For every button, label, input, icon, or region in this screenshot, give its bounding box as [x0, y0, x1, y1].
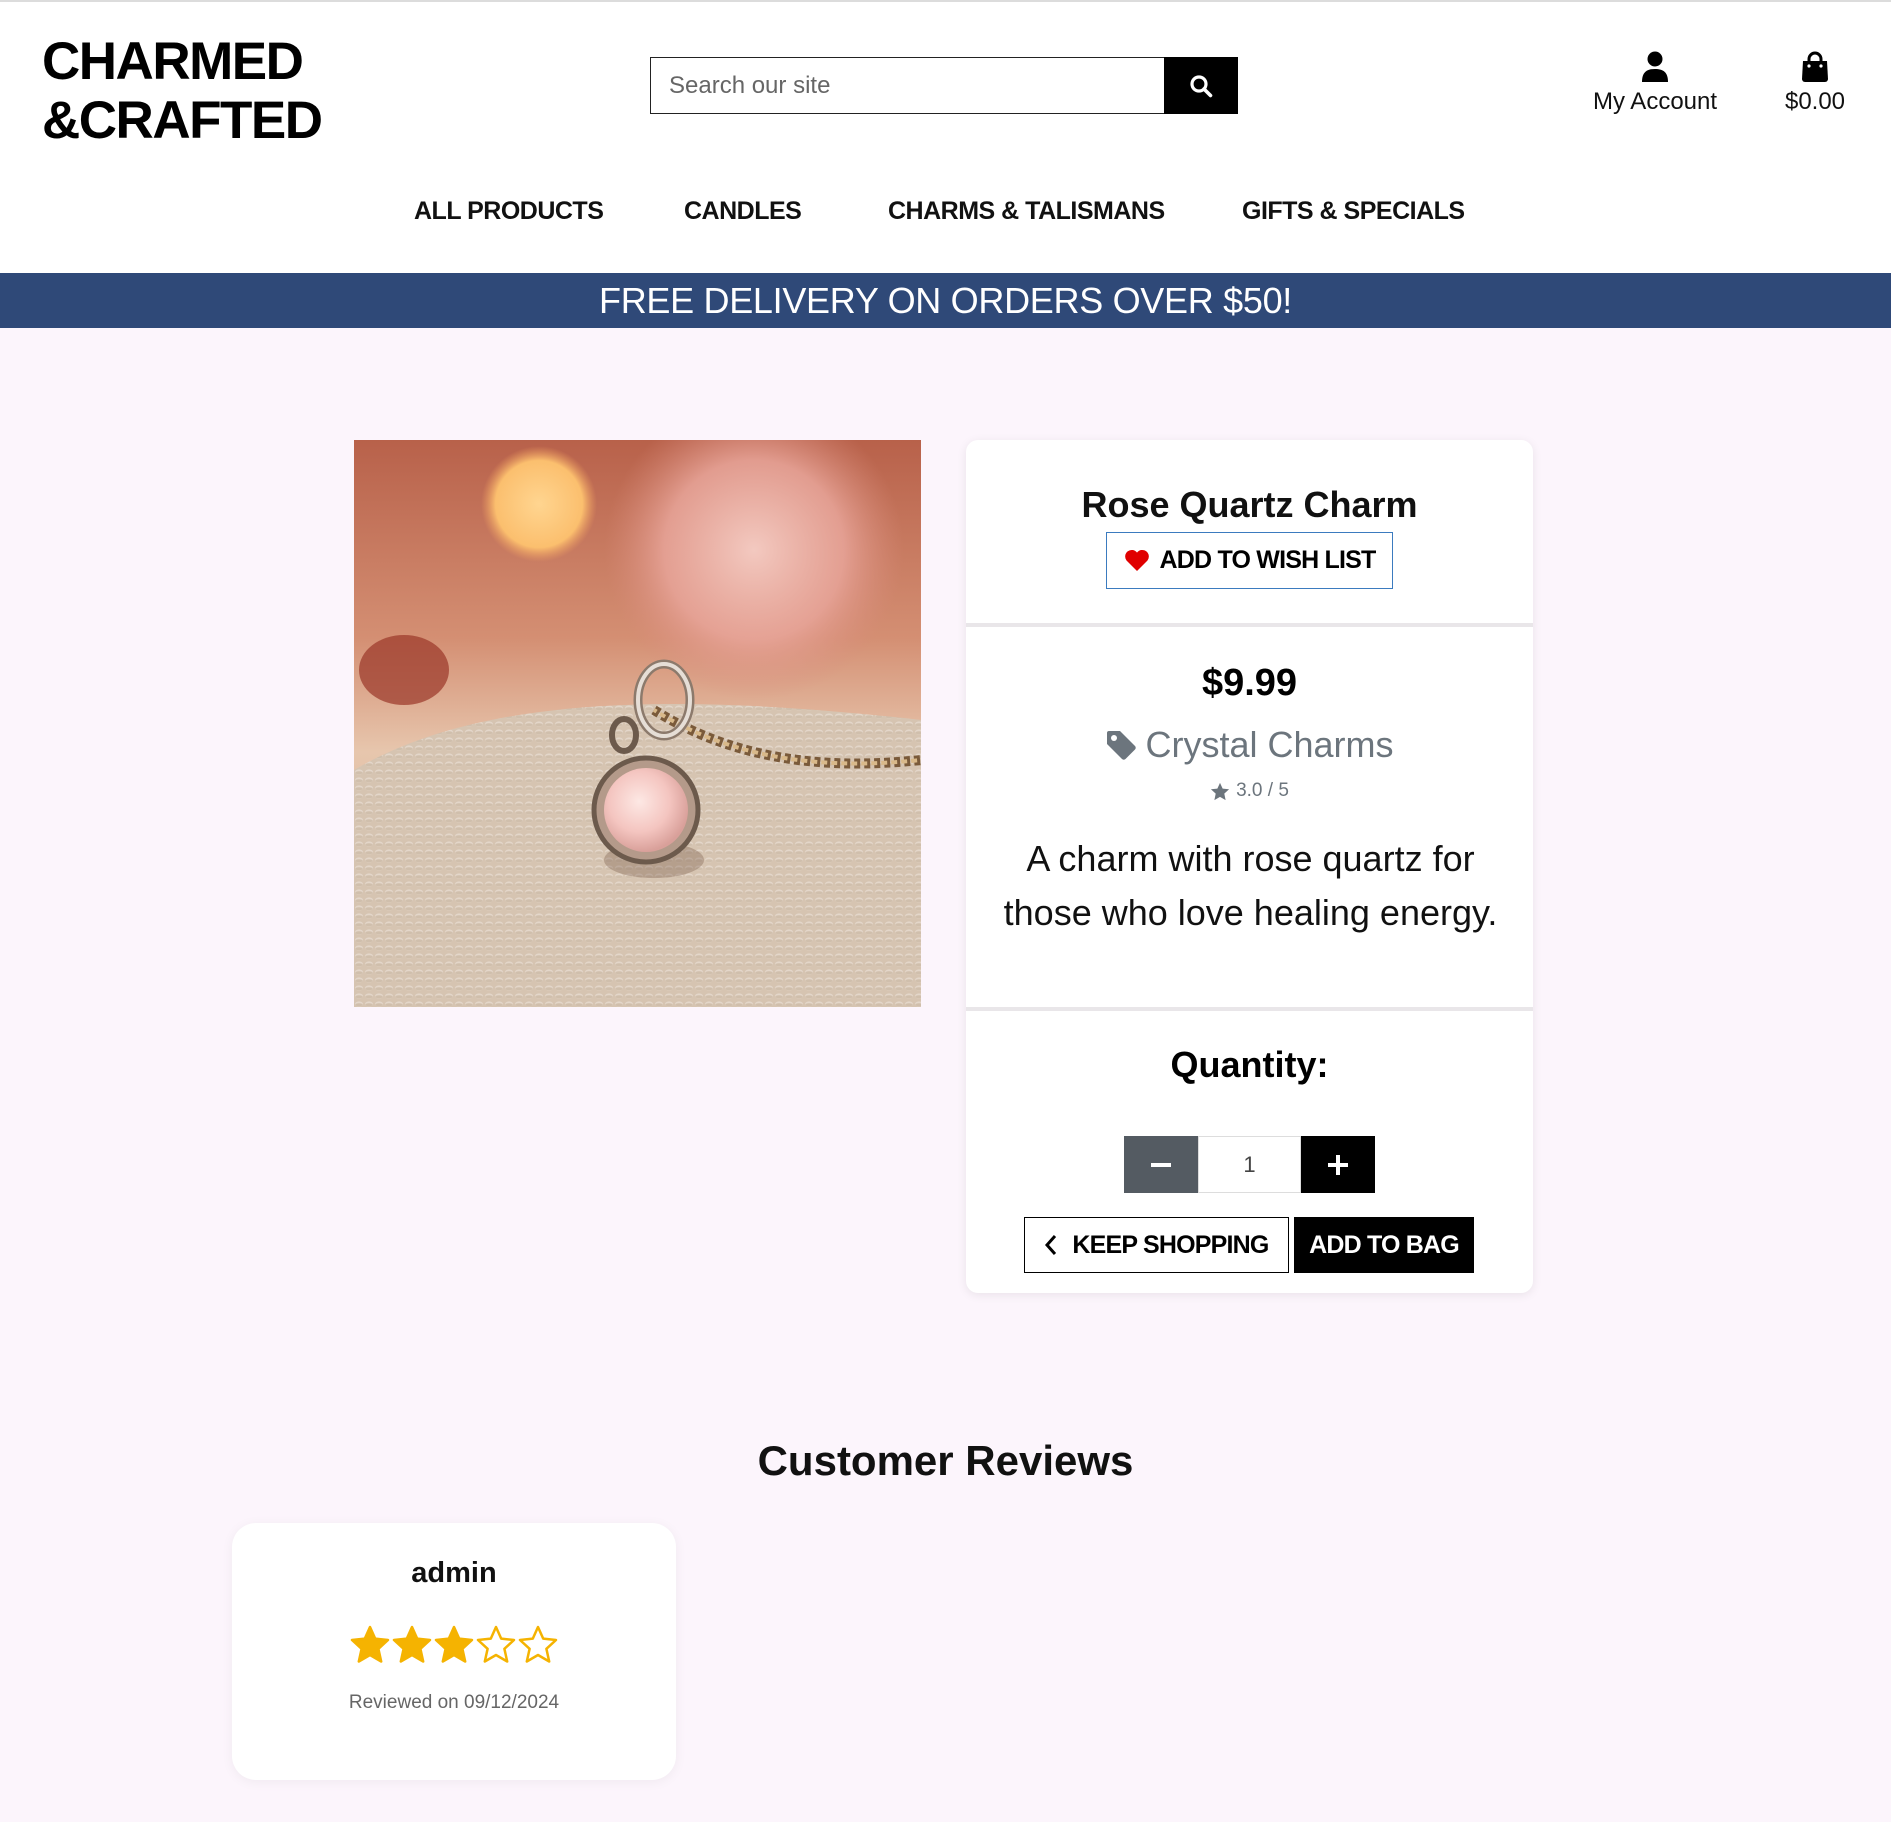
product-rating-value: 3.0 / 5 [1236, 780, 1289, 801]
review-date: Reviewed on 09/12/2024 [348, 1692, 560, 1713]
star-filled-icon [434, 1625, 474, 1663]
review-author: admin [411, 1557, 497, 1589]
shopping-bag-icon [1802, 51, 1828, 82]
search-form [650, 57, 1238, 114]
nav-all-products[interactable]: ALL PRODUCTS [414, 197, 604, 226]
review-card: admin Reviewed on 09/12/2024 [232, 1523, 676, 1780]
bag-total: $0.00 [1784, 88, 1846, 115]
review-stars [232, 1625, 676, 1663]
tag-icon [1107, 731, 1137, 760]
product-title: Rose Quartz Charm [1081, 484, 1418, 525]
add-to-wishlist-button[interactable]: ADD TO WISH LIST [1106, 532, 1393, 589]
search-button[interactable] [1164, 57, 1238, 114]
star-filled-icon [392, 1625, 432, 1663]
plus-icon [1328, 1154, 1348, 1175]
keep-shopping-button[interactable]: KEEP SHOPPING [1024, 1217, 1289, 1273]
decrement-quantity-button[interactable] [1124, 1136, 1198, 1193]
nav-candles[interactable]: CANDLES [684, 197, 802, 226]
product-category-link[interactable]: Crystal Charms [966, 724, 1533, 766]
minus-icon [1151, 1162, 1171, 1167]
star-icon [1210, 782, 1230, 800]
product-rating: 3.0 / 5 [966, 780, 1533, 802]
shopping-bag-link[interactable]: $0.00 [1770, 50, 1860, 116]
search-icon [1190, 74, 1213, 97]
product-category-label: Crystal Charms [1145, 724, 1394, 765]
product-price: $9.99 [1201, 662, 1298, 704]
star-filled-icon [350, 1625, 390, 1663]
nav-charms-talismans[interactable]: CHARMS & TALISMANS [888, 197, 1165, 226]
user-icon [1642, 51, 1668, 82]
chevron-left-icon [1045, 1235, 1057, 1255]
site-logo[interactable]: CHARMED &CRAFTED [42, 32, 323, 150]
keep-shopping-label: KEEP SHOPPING [1072, 1230, 1269, 1259]
search-input[interactable] [650, 57, 1164, 114]
rose-quartz-charm-photo [354, 440, 921, 1007]
add-to-wishlist-label: ADD TO WISH LIST [1159, 546, 1377, 574]
logo-line-1: CHARMED [42, 32, 304, 91]
heart-icon [1124, 549, 1149, 571]
product-description: A charm with rose quartz for those who l… [1003, 838, 1498, 933]
my-account-link[interactable]: My Account [1580, 50, 1730, 116]
card-divider [966, 623, 1533, 627]
star-empty-icon [476, 1625, 516, 1663]
quantity-input[interactable] [1198, 1136, 1301, 1193]
my-account-label: My Account [1592, 88, 1718, 115]
product-image[interactable] [354, 440, 921, 1007]
delivery-banner: FREE DELIVERY ON ORDERS OVER $50! [0, 273, 1891, 328]
reviews-title: Customer Reviews [757, 1437, 1134, 1484]
product-details-card: Rose Quartz Charm ADD TO WISH LIST $9.99… [966, 440, 1533, 1293]
quantity-label: Quantity: [1170, 1044, 1329, 1085]
card-divider [966, 1007, 1533, 1011]
increment-quantity-button[interactable] [1301, 1136, 1375, 1193]
site-header: CHARMED &CRAFTED My Account [0, 0, 1891, 273]
logo-line-2: &CRAFTED [42, 91, 323, 150]
nav-gifts-specials[interactable]: GIFTS & SPECIALS [1242, 197, 1465, 226]
star-empty-icon [518, 1625, 558, 1663]
main-nav: ALL PRODUCTS CANDLES CHARMS & TALISMANS … [0, 197, 1891, 237]
add-to-bag-button[interactable]: ADD TO BAG [1294, 1217, 1474, 1273]
quantity-stepper [1124, 1136, 1375, 1193]
